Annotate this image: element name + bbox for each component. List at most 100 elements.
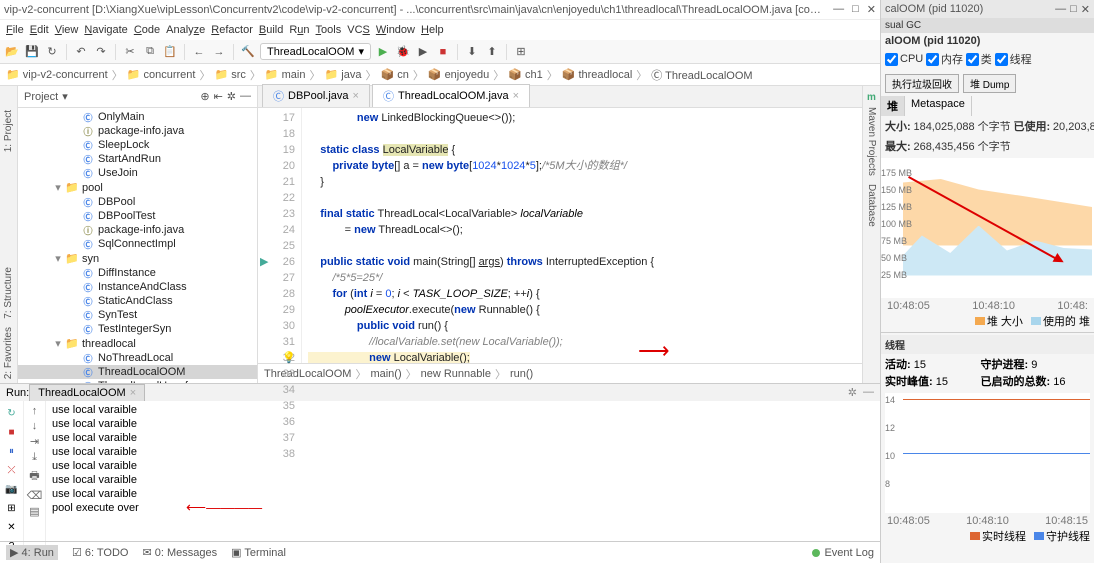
filter-icon[interactable]: ▤ (29, 505, 39, 518)
forward-icon[interactable]: → (211, 44, 227, 60)
tree-item[interactable]: ⒸSynTest (18, 308, 257, 322)
menu-vcs[interactable]: VCS (347, 24, 370, 36)
chk-cpu[interactable]: CPU (885, 53, 923, 66)
up-icon[interactable]: ↑ (32, 405, 38, 417)
print-icon[interactable]: 🖶 (29, 467, 39, 486)
debug-icon[interactable]: 🐞 (395, 44, 411, 60)
paste-icon[interactable]: 📋 (162, 44, 178, 60)
menu-code[interactable]: Code (134, 24, 160, 36)
save-icon[interactable]: 💾 (24, 44, 40, 60)
tree-item[interactable]: ⒸDBPoolTest (18, 209, 257, 223)
gear-icon[interactable]: ✲ (227, 90, 236, 103)
breadcrumb-item[interactable]: 📁 java (325, 68, 362, 81)
tree-item[interactable]: ⒸSleepLock (18, 138, 257, 152)
tree-item[interactable]: ⒸNoThreadLocal (18, 351, 257, 365)
redo-icon[interactable]: ↷ (93, 44, 109, 60)
breadcrumb-item[interactable]: 📦 ch1 (508, 68, 543, 81)
clear-icon[interactable]: ⌫ (27, 489, 43, 502)
stop-icon[interactable]: ■ (435, 44, 451, 60)
tree-item[interactable]: ⒸDBPool (18, 195, 257, 209)
close-icon[interactable]: ✕ (1081, 3, 1090, 16)
vcs-update-icon[interactable]: ⬆ (484, 44, 500, 60)
tree-item[interactable]: ⒸStartAndRun (18, 152, 257, 166)
undo-icon[interactable]: ↶ (73, 44, 89, 60)
editor-crumb-item[interactable]: run() (510, 368, 533, 380)
tree-item[interactable]: ▾📁syn (18, 251, 257, 266)
file-tab[interactable]: ⒸThreadLocalOOM.java× (372, 84, 530, 107)
chevron-down-icon[interactable]: ▾ (62, 90, 68, 103)
visualgc-tab[interactable]: sual GC (881, 18, 1094, 33)
tab-metaspace[interactable]: Metaspace (905, 96, 972, 116)
close-icon[interactable]: × (513, 90, 519, 102)
minimize-icon[interactable]: — (1055, 3, 1066, 16)
maximize-icon[interactable]: □ (1070, 3, 1077, 16)
copy-icon[interactable]: ⧉ (142, 44, 158, 60)
minimize-icon[interactable]: — (833, 3, 844, 16)
tab-project[interactable]: 1: Project (3, 106, 14, 156)
cut-icon[interactable]: ✂ (122, 44, 138, 60)
project-tree[interactable]: ⒸOnlyMainⓘpackage-info.javaⒸSleepLockⒸSt… (18, 108, 257, 383)
close-icon[interactable]: × (353, 90, 359, 102)
hide-icon[interactable]: — (863, 386, 874, 399)
tree-item[interactable]: ⒸTestIntegerSyn (18, 322, 257, 336)
run-icon[interactable]: ▶ (375, 44, 391, 60)
restore-icon[interactable]: ⊞ (4, 500, 20, 516)
maximize-icon[interactable]: □ (852, 3, 859, 16)
code-editor[interactable]: new LinkedBlockingQueue<>()); static cla… (302, 108, 862, 363)
back-icon[interactable]: ← (191, 44, 207, 60)
pause-icon[interactable]: ⏸ (4, 443, 20, 459)
tab-heap[interactable]: 堆 (881, 96, 905, 116)
close-icon[interactable]: × (130, 387, 136, 399)
scroll-end-icon[interactable]: ⤓ (32, 451, 37, 464)
sync-icon[interactable]: ↻ (44, 44, 60, 60)
breadcrumb-item[interactable]: 📁 vip-v2-concurrent (6, 68, 108, 81)
menu-refactor[interactable]: Refactor (211, 24, 253, 36)
tab-maven[interactable]: Maven Projects (866, 103, 877, 180)
tab-favorites[interactable]: 2: Favorites (3, 323, 14, 383)
tree-item[interactable]: ⓘpackage-info.java (18, 223, 257, 237)
wrap-icon[interactable]: ⇥ (30, 435, 39, 448)
gc-button[interactable]: 执行垃圾回收 (885, 74, 959, 93)
tree-item[interactable]: ⒸUseJoin (18, 166, 257, 180)
chk-mem[interactable]: 内存 (926, 51, 963, 67)
tree-item[interactable]: ⒸStaticAndClass (18, 294, 257, 308)
hide-icon[interactable]: — (240, 90, 251, 103)
run-tab[interactable]: ThreadLocalOOM × (29, 384, 145, 401)
tree-item[interactable]: ⓘpackage-info.java (18, 124, 257, 138)
heapdump-button[interactable]: 堆 Dump (963, 74, 1016, 93)
tab-database[interactable]: Database (866, 180, 877, 231)
scroll-from-icon[interactable]: ⊕ (200, 90, 209, 103)
menu-window[interactable]: Window (376, 24, 415, 36)
editor-crumb-item[interactable]: main() (370, 368, 401, 380)
console-output[interactable]: use local varaibleuse local varaibleuse … (46, 401, 880, 554)
breadcrumb-item[interactable]: 📁 main (265, 68, 306, 81)
structure-icon[interactable]: ⊞ (513, 44, 529, 60)
collapse-icon[interactable]: ⇤ (214, 90, 223, 103)
tree-item[interactable]: ⒸOnlyMain (18, 110, 257, 124)
menu-navigate[interactable]: Navigate (84, 24, 127, 36)
tree-item[interactable]: ⒸSqlConnectImpl (18, 237, 257, 251)
close-icon[interactable]: ✕ (4, 519, 20, 535)
breadcrumb-item[interactable]: Ⓒ ThreadLocalOOM (651, 67, 752, 83)
menu-run[interactable]: Run (289, 24, 309, 36)
menu-analyze[interactable]: Analyze (166, 24, 205, 36)
build-icon[interactable]: 🔨 (240, 44, 256, 60)
gear-icon[interactable]: ✲ (848, 386, 857, 399)
breadcrumb-item[interactable]: 📦 enjoyedu (428, 68, 489, 81)
tree-item[interactable]: ▾📁threadlocal (18, 336, 257, 351)
dump-icon[interactable]: 📷 (4, 481, 20, 497)
down-icon[interactable]: ↓ (32, 420, 38, 432)
breadcrumb-item[interactable]: 📦 threadlocal (562, 68, 633, 81)
coverage-icon[interactable]: ▶ (415, 44, 431, 60)
run-config-dropdown[interactable]: ThreadLocalOOM▾ (260, 43, 371, 60)
open-icon[interactable]: 📂 (4, 44, 20, 60)
menu-build[interactable]: Build (259, 24, 283, 36)
tree-item[interactable]: ⒸDiffInstance (18, 266, 257, 280)
close-icon[interactable]: ✕ (867, 3, 876, 16)
tree-item[interactable]: ▾📁pool (18, 180, 257, 195)
stop-icon[interactable]: ■ (4, 424, 20, 440)
breadcrumb-item[interactable]: 📁 src (214, 68, 245, 81)
editor-crumb-item[interactable]: new Runnable (421, 368, 491, 380)
exit-icon[interactable]: ⤫ (4, 462, 20, 478)
chk-thread[interactable]: 线程 (995, 51, 1032, 67)
